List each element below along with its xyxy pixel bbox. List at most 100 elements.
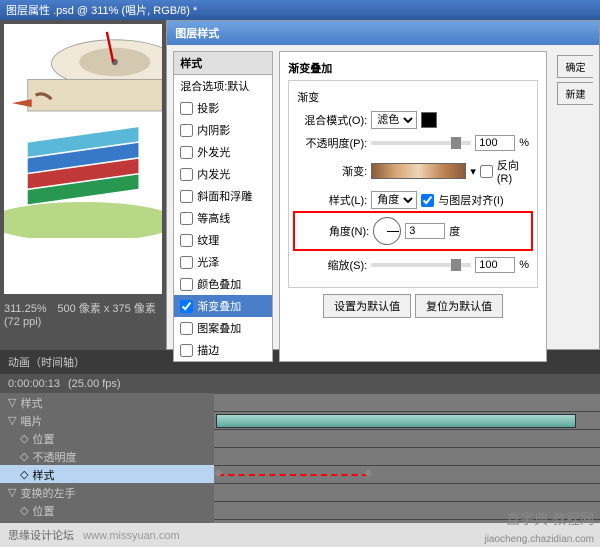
blend-mode-label: 混合模式(O):: [297, 112, 367, 128]
style-label: 内发光: [197, 166, 230, 182]
timeline-layer-5[interactable]: ▽ 变换的左手: [0, 483, 214, 503]
timeline-track[interactable]: [214, 430, 600, 447]
style-item-10[interactable]: 渐变叠加: [174, 295, 272, 317]
keyframe-diamond[interactable]: ◆: [214, 466, 222, 479]
gradient-picker[interactable]: [371, 163, 466, 179]
expand-icon[interactable]: ▽: [8, 414, 16, 427]
percent-label-2: %: [519, 259, 529, 271]
style-checkbox[interactable]: [180, 256, 193, 269]
angle-label: 角度(N):: [299, 223, 369, 239]
style-label: 斜面和浮雕: [197, 188, 252, 204]
status-bar: 311.25% 500 像素 x 375 像素 (72 ppi): [0, 298, 166, 330]
timeline-track[interactable]: [214, 412, 600, 429]
layer-style-dialog: 图层样式 样式 混合选项:默认投影内阴影外发光内发光斜面和浮雕等高线纹理光泽颜色…: [166, 20, 600, 350]
style-item-12[interactable]: 描边: [174, 339, 272, 361]
canvas-view[interactable]: [4, 24, 162, 294]
style-checkbox[interactable]: [180, 300, 193, 313]
style-checkbox[interactable]: [180, 278, 193, 291]
reverse-checkbox[interactable]: [480, 165, 493, 178]
style-label: 样式(L):: [297, 192, 367, 208]
style-item-4[interactable]: 内发光: [174, 163, 272, 185]
opacity-slider[interactable]: [371, 141, 471, 145]
layer-label: 不透明度: [32, 449, 76, 465]
new-button[interactable]: 新建: [557, 82, 593, 105]
style-label: 等高线: [197, 210, 230, 226]
degree-label: 度: [449, 223, 460, 239]
keyframe-diamond[interactable]: ◆: [364, 466, 372, 479]
angle-dial[interactable]: [373, 217, 401, 245]
style-label: 渐变叠加: [197, 298, 241, 314]
keyframe-icon[interactable]: ◇: [20, 450, 28, 463]
style-checkbox[interactable]: [180, 212, 193, 225]
timeline-track[interactable]: [214, 448, 600, 465]
expand-icon[interactable]: ▽: [8, 396, 16, 409]
forum-name: 思缘设计论坛: [8, 530, 74, 542]
reset-default-button[interactable]: 复位为默认值: [415, 294, 503, 318]
scale-label: 缩放(S):: [297, 257, 367, 273]
expand-icon[interactable]: ▽: [8, 486, 16, 499]
timeline-layer-6[interactable]: ◇位置: [0, 501, 214, 521]
dialog-title: 图层样式: [167, 21, 599, 45]
style-item-7[interactable]: 纹理: [174, 229, 272, 251]
style-label: 外发光: [197, 144, 230, 160]
style-checkbox[interactable]: [180, 322, 193, 335]
timeline-layer-3[interactable]: ◇ 不透明度: [0, 447, 214, 467]
style-checkbox[interactable]: [180, 146, 193, 159]
timeline-track[interactable]: [214, 394, 600, 411]
styles-list: 样式 混合选项:默认投影内阴影外发光内发光斜面和浮雕等高线纹理光泽颜色叠加渐变叠…: [173, 51, 273, 362]
style-item-9[interactable]: 颜色叠加: [174, 273, 272, 295]
timeline-layer-2[interactable]: ◇位置: [0, 429, 214, 449]
style-item-2[interactable]: 内阴影: [174, 119, 272, 141]
clip-bar[interactable]: [216, 414, 576, 428]
style-checkbox[interactable]: [180, 102, 193, 115]
color-swatch[interactable]: [421, 112, 437, 128]
timeline-track[interactable]: [214, 484, 600, 501]
style-label: 图案叠加: [197, 320, 241, 336]
opacity-input[interactable]: [475, 135, 515, 151]
timeline-layer-1[interactable]: ▽唱片: [0, 411, 214, 431]
keyframe-icon[interactable]: ◇: [20, 432, 28, 445]
style-label: 颜色叠加: [197, 276, 241, 292]
style-label: 光泽: [197, 254, 219, 270]
style-item-3[interactable]: 外发光: [174, 141, 272, 163]
angle-input[interactable]: [405, 223, 445, 239]
style-item-8[interactable]: 光泽: [174, 251, 272, 273]
fps-label: (25.00 fps): [68, 378, 121, 390]
style-item-5[interactable]: 斜面和浮雕: [174, 185, 272, 207]
keyframe-icon[interactable]: ◇: [20, 504, 28, 517]
forum-url: www.missyuan.com: [83, 530, 180, 542]
style-item-0[interactable]: 混合选项:默认: [174, 75, 272, 97]
style-item-11[interactable]: 图案叠加: [174, 317, 272, 339]
timecode[interactable]: 0:00:00:13: [8, 378, 60, 390]
document-tab[interactable]: 图层属性 .psd @ 311% (唱片, RGB/8) *: [6, 2, 197, 18]
canvas-area: 311.25% 500 像素 x 375 像素 (72 ppi): [0, 20, 166, 350]
blend-mode-select[interactable]: 滤色: [371, 111, 417, 129]
timeline-layer-4[interactable]: ◇样式: [0, 465, 214, 485]
style-label: 描边: [197, 342, 219, 358]
scale-slider[interactable]: [371, 263, 471, 267]
style-checkbox[interactable]: [180, 190, 193, 203]
layer-label: 变换的左手: [20, 485, 75, 501]
style-checkbox[interactable]: [180, 168, 193, 181]
app-title-bar: 图层属性 .psd @ 311% (唱片, RGB/8) *: [0, 0, 600, 20]
options-panel: 渐变叠加 渐变 混合模式(O): 滤色 不透明度(P): %: [279, 51, 547, 362]
gradient-label: 渐变:: [297, 163, 367, 179]
style-item-6[interactable]: 等高线: [174, 207, 272, 229]
zoom-level: 311.25%: [4, 303, 47, 315]
style-item-1[interactable]: 投影: [174, 97, 272, 119]
style-label: 内阴影: [197, 122, 230, 138]
style-checkbox[interactable]: [180, 344, 193, 357]
set-default-button[interactable]: 设置为默认值: [323, 294, 411, 318]
align-checkbox[interactable]: [421, 194, 434, 207]
group-title: 渐变: [297, 89, 529, 105]
ok-button[interactable]: 确定: [557, 55, 593, 78]
scale-input[interactable]: [475, 257, 515, 273]
timeline-track[interactable]: ◆◆: [214, 466, 600, 483]
dropdown-icon[interactable]: ▾: [470, 165, 476, 178]
style-checkbox[interactable]: [180, 234, 193, 247]
timeline-layer-0[interactable]: ▽样式: [0, 393, 214, 413]
watermark-site: 查字典 教程网: [506, 509, 594, 529]
keyframe-icon[interactable]: ◇: [20, 468, 28, 481]
style-checkbox[interactable]: [180, 124, 193, 137]
style-select[interactable]: 角度: [371, 191, 417, 209]
